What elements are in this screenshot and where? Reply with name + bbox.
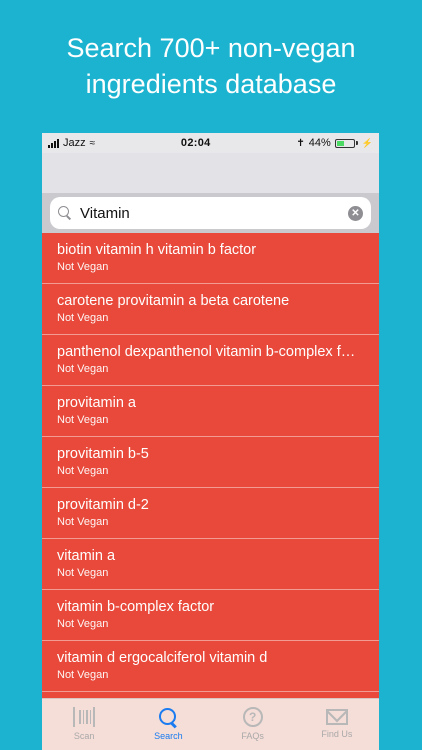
headline-line-2: ingredients database [85,69,337,99]
result-status: Not Vegan [57,312,109,324]
signal-icon [48,138,59,148]
result-status: Not Vegan [57,363,109,375]
mail-icon [325,709,348,725]
charging-icon: ⚡ [361,137,373,148]
result-row[interactable]: provitamin b-5 Not Vegan [42,437,379,488]
result-status: Not Vegan [57,516,109,528]
search-tab-icon [157,707,179,727]
tab-find-us[interactable]: Find Us [295,699,379,750]
search-bar-container: ✕ [42,193,379,233]
result-status: Not Vegan [57,567,109,579]
result-row[interactable]: vitamin d ergocalciferol vitamin d Not Ve… [42,641,379,692]
result-name: provitamin b-5 [57,446,149,462]
headline-line-1: Search 700+ non-vegan [66,33,356,63]
promo-headline: Search 700+ non-vegan ingredients databa… [0,30,422,102]
result-name: provitamin a [57,395,136,411]
status-bar: Jazz ≈ 02:04 ✝ 44% ⚡ [42,133,379,153]
search-bar[interactable]: ✕ [50,197,371,229]
result-status: Not Vegan [57,618,109,630]
result-status: Not Vegan [57,414,109,426]
carrier-name: Jazz [63,137,86,149]
result-name: carotene provitamin a beta carotene [57,293,290,309]
tab-faqs-label: FAQs [241,731,264,741]
result-name: vitamin a [57,548,116,564]
battery-percent: 44% [308,137,331,149]
bluetooth-icon: ✝ [296,137,305,149]
clear-search-icon[interactable]: ✕ [348,205,363,221]
result-name: vitamin b-complex factor [57,599,215,615]
status-time: 02:04 [180,137,211,149]
search-input[interactable] [80,204,348,222]
search-icon [58,206,72,220]
result-row[interactable]: vitamin a Not Vegan [42,539,379,590]
tab-faqs[interactable]: ? FAQs [211,699,295,750]
result-row[interactable]: vitamin b-complex factor Not Vegan [42,590,379,641]
tab-scan[interactable]: Scan [42,699,126,750]
result-row[interactable]: biotin vitamin h vitamin b factor Not Veg… [42,233,379,284]
result-row[interactable]: panthenol dexpanthenol vitamin b-complex… [42,335,379,386]
result-row[interactable]: provitamin d-2 Not Vegan [42,488,379,539]
result-row[interactable]: provitamin a Not Vegan [42,386,379,437]
result-name: biotin vitamin h vitamin b factor [57,242,257,258]
tab-search-label: Search [154,731,183,741]
tab-search[interactable]: Search [126,699,210,750]
result-status: Not Vegan [57,261,109,273]
result-name: vitamin d ergocalciferol vitamin d [57,650,268,666]
barcode-icon [73,707,96,727]
result-status: Not Vegan [57,465,109,477]
battery-icon [334,138,358,148]
results-list: biotin vitamin h vitamin b factor Not Veg… [42,233,379,698]
question-icon: ? [242,707,263,727]
phone-screen: Jazz ≈ 02:04 ✝ 44% ⚡ ✕ biotin vitamin h … [42,133,379,750]
wifi-icon: ≈ [89,137,96,149]
tab-find-us-label: Find Us [321,729,353,739]
navigation-bar [42,153,379,193]
result-row[interactable]: carotene provitamin a beta carotene Not V… [42,284,379,335]
result-name: panthenol dexpanthenol vitamin b-complex… [57,344,373,360]
result-status: Not Vegan [57,669,109,681]
tab-scan-label: Scan [73,731,95,741]
result-name: provitamin d-2 [57,497,149,513]
tab-bar: Scan Search ? FAQs Find Us [42,698,379,750]
